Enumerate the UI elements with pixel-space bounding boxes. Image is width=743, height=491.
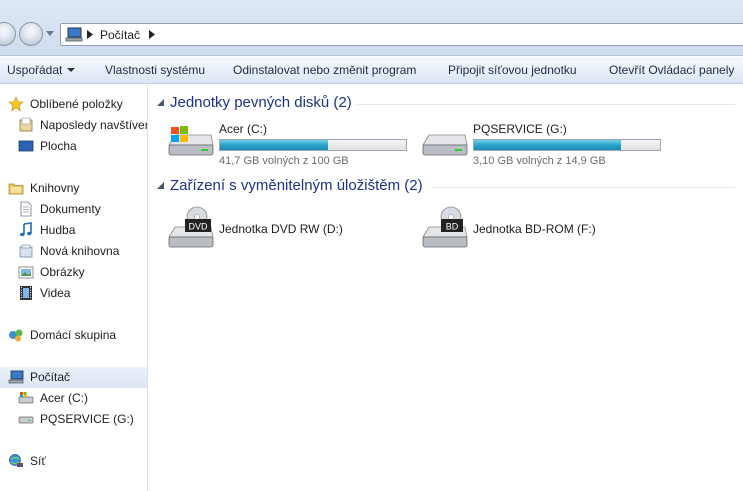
drive-name: Jednotka DVD RW (D:) (219, 222, 343, 236)
group-divider (357, 104, 735, 105)
sidebar-item-label: Obrázky (40, 265, 85, 279)
group-title: Zařízení s vyměnitelným úložištěm (2) (170, 177, 423, 194)
sidebar-item-new-library[interactable]: Nová knihovna (0, 241, 147, 262)
breadcrumb-computer[interactable]: Počítač (100, 28, 140, 42)
sidebar-item-computer[interactable]: Počítač (0, 367, 147, 388)
navigation-pane: Oblíbené položky Naposledy navštíver Plo… (0, 85, 148, 491)
recent-pages-dropdown[interactable] (46, 31, 54, 37)
pictures-icon (18, 266, 34, 279)
homegroup-icon (9, 329, 23, 342)
collapse-arrow-icon[interactable] (157, 99, 165, 107)
arrow-left-icon (0, 29, 7, 39)
drive-usage-fill (474, 140, 621, 150)
sidebar-item-homegroup[interactable]: Domácí skupina (0, 325, 147, 346)
bd-drive-icon: BD (422, 206, 468, 248)
sidebar-item-label: Domácí skupina (30, 328, 117, 342)
breadcrumb-separator-icon[interactable] (87, 30, 93, 39)
drive-free-space: 41,7 GB volných z 100 GB (219, 155, 349, 167)
system-properties-button[interactable]: Vlastnosti systému (105, 63, 205, 77)
drive-c-tile[interactable]: Acer (C:) 41,7 GB volných z 100 GB (167, 121, 417, 171)
drive-g-tile[interactable]: PQSERVICE (G:) 3,10 GB volných z 14,9 GB (421, 121, 671, 171)
drive-f-tile[interactable]: BD Jednotka BD-ROM (F:) (421, 205, 671, 255)
sidebar-item-documents[interactable]: Dokumenty (0, 199, 147, 220)
recent-places-icon (19, 117, 33, 132)
sidebar-item-label: Naposledy navštíver (40, 118, 148, 132)
sidebar-item-label: Videa (40, 286, 71, 300)
group-title: Jednotky pevných disků (2) (170, 94, 352, 111)
sidebar-item-label: Oblíbené položky (30, 97, 123, 111)
sidebar-item-drive-g[interactable]: PQSERVICE (G:) (0, 409, 147, 430)
dvd-badge: DVD (188, 222, 208, 232)
group-header-hard-drives[interactable]: Jednotky pevných disků (2) (157, 94, 735, 114)
uninstall-program-button[interactable]: Odinstalovat nebo změnit program (233, 63, 416, 77)
drive-usage-bar (219, 139, 407, 151)
library-icon (19, 244, 33, 258)
sidebar-item-music[interactable]: Hudba (0, 220, 147, 241)
map-network-drive-button[interactable]: Připojit síťovou jednotku (448, 63, 577, 77)
computer-icon (8, 370, 24, 384)
system-drive-icon (168, 126, 214, 156)
group-divider (432, 187, 735, 188)
address-bar-area: Počítač (0, 0, 743, 56)
sidebar-item-recent[interactable]: Naposledy navštíver (0, 115, 147, 136)
forward-button[interactable] (19, 22, 43, 46)
chevron-down-icon (67, 68, 76, 72)
sidebar-item-label: Nová knihovna (40, 244, 120, 258)
sidebar-item-libraries[interactable]: Knihovny (0, 178, 147, 199)
sidebar-item-favorites[interactable]: Oblíbené položky (0, 94, 147, 115)
sidebar-item-network[interactable]: Síť (0, 451, 147, 472)
organize-button[interactable]: Uspořádat (7, 63, 76, 77)
drive-usage-fill (220, 140, 328, 150)
sidebar-item-label: Acer (C:) (40, 391, 88, 405)
drive-usage-bar (473, 139, 661, 151)
organize-label: Uspořádat (7, 63, 63, 77)
film-icon (20, 286, 32, 300)
drive-d-tile[interactable]: DVD Jednotka DVD RW (D:) (167, 205, 417, 255)
sidebar-item-videos[interactable]: Videa (0, 283, 147, 304)
drive-free-space: 3,10 GB volných z 14,9 GB (473, 155, 606, 167)
system-drive-icon (18, 392, 34, 404)
command-bar: Uspořádat Vlastnosti systému Odinstalova… (0, 57, 743, 84)
bd-badge: BD (446, 222, 459, 232)
sidebar-item-label: PQSERVICE (G:) (40, 412, 134, 426)
sidebar-item-label: Dokumenty (40, 202, 101, 216)
collapse-arrow-icon[interactable] (157, 182, 165, 190)
music-note-icon (20, 222, 32, 237)
open-control-panel-button[interactable]: Otevřít Ovládací panely (609, 63, 734, 77)
breadcrumb-separator-icon[interactable] (149, 30, 155, 39)
drive-name: PQSERVICE (G:) (473, 122, 567, 136)
desktop-icon (18, 140, 34, 152)
sidebar-item-label: Knihovny (30, 181, 80, 195)
content-pane: Jednotky pevných disků (2) Acer (C:) 41,… (149, 85, 743, 491)
libraries-icon (8, 183, 24, 195)
back-button[interactable] (0, 22, 16, 46)
arrow-right-icon (28, 29, 36, 39)
sidebar-item-label: Plocha (40, 139, 77, 153)
drive-name: Jednotka BD-ROM (F:) (473, 222, 596, 236)
star-icon (8, 96, 24, 112)
sidebar-item-drive-c[interactable]: Acer (C:) (0, 388, 147, 409)
group-header-removable[interactable]: Zařízení s vyměnitelným úložištěm (2) (157, 177, 735, 197)
documents-icon (20, 201, 32, 217)
sidebar-item-label: Počítač (30, 370, 71, 384)
drive-icon (422, 134, 468, 156)
sidebar-item-label: Síť (30, 454, 46, 468)
drive-name: Acer (C:) (219, 122, 267, 136)
computer-icon (65, 27, 83, 42)
drive-icon (18, 416, 34, 424)
sidebar-item-label: Hudba (40, 223, 76, 237)
dvd-drive-icon: DVD (168, 206, 214, 248)
network-icon (9, 454, 23, 467)
sidebar-item-desktop[interactable]: Plocha (0, 136, 147, 157)
address-field[interactable]: Počítač (60, 23, 743, 46)
sidebar-item-pictures[interactable]: Obrázky (0, 262, 147, 283)
